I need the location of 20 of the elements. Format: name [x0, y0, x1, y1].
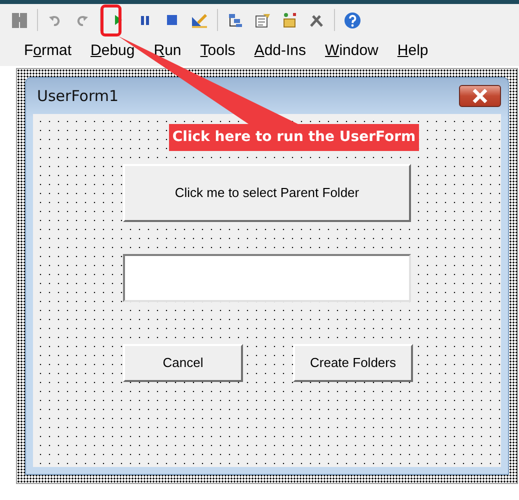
close-button[interactable] — [459, 85, 501, 107]
form-button[interactable]: Click me to select Parent Folder — [123, 164, 411, 222]
form-button[interactable]: Create Folders — [293, 344, 413, 382]
menu-item[interactable]: Help — [395, 40, 430, 62]
form-button[interactable]: Cancel — [123, 344, 243, 382]
text-field[interactable] — [123, 254, 411, 302]
box-icon — [281, 12, 298, 28]
menu-item[interactable]: Debug — [88, 40, 137, 62]
form-title: UserForm1 — [37, 86, 119, 107]
help-icon — [344, 12, 361, 28]
menu-item[interactable]: Run — [152, 40, 184, 62]
menu-item[interactable]: Format — [22, 40, 74, 62]
ruler-pencil-icon — [191, 12, 208, 28]
callout-label: Click here to run the UserForm — [169, 124, 419, 151]
properties-icon — [254, 12, 271, 28]
menu-item[interactable]: Tools — [198, 40, 238, 62]
menu-item[interactable]: Add-Ins — [252, 40, 308, 62]
menu-item[interactable]: Window — [323, 40, 380, 62]
close-icon — [471, 89, 489, 103]
tree-icon — [227, 12, 244, 28]
